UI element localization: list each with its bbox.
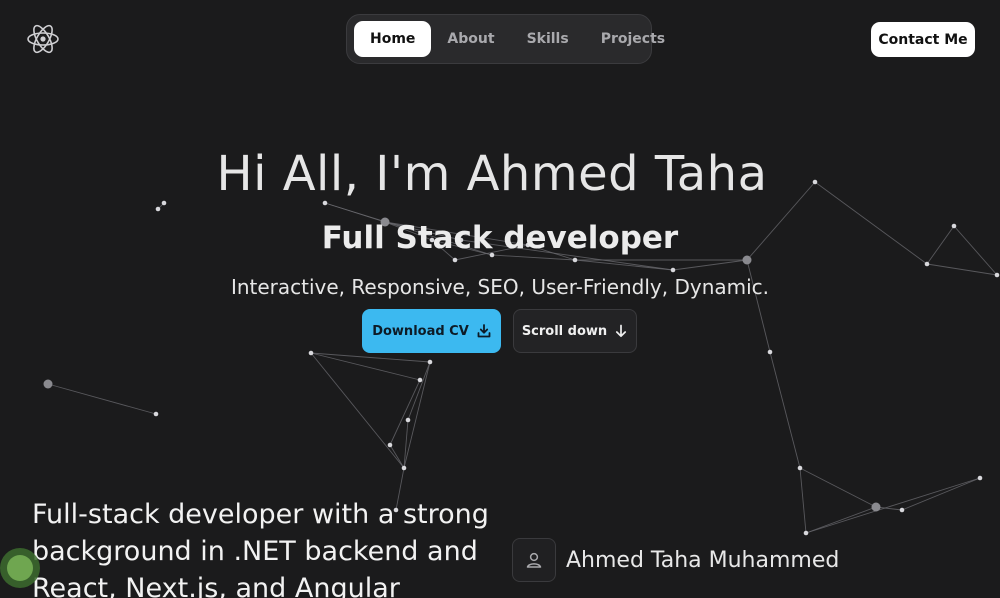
particle-link (805, 506, 877, 534)
particle-dot (401, 465, 407, 471)
particle-dot (670, 267, 676, 273)
user-icon (512, 538, 556, 582)
profile-card: Ahmed Taha Muhammed (512, 537, 839, 583)
main-nav: Home About Skills Projects (346, 14, 665, 64)
atom-icon[interactable] (26, 22, 60, 56)
particle-dot (767, 349, 773, 355)
particle-dot (977, 475, 983, 481)
particle-dot (924, 261, 930, 267)
particle-dot (797, 465, 803, 471)
particle-link (805, 477, 981, 534)
particle-link (403, 361, 431, 469)
download-cv-button[interactable]: Download CV (362, 309, 501, 353)
particle-dot (427, 359, 433, 365)
download-cv-label: Download CV (372, 323, 469, 339)
scroll-down-button[interactable]: Scroll down (513, 309, 637, 353)
particle-link (574, 259, 674, 271)
nav-home[interactable]: Home (354, 21, 432, 57)
hero-tagline: Interactive, Responsive, SEO, User-Frien… (230, 275, 770, 299)
particle-dot (387, 442, 393, 448)
particle-link (389, 444, 405, 469)
particle-link (407, 361, 431, 421)
particle-dot (742, 255, 752, 265)
particle-link (799, 467, 807, 534)
particle-link (926, 263, 998, 276)
hero-subtitle: Full Stack developer (321, 220, 679, 256)
scroll-down-label: Scroll down (521, 323, 608, 339)
nav-projects[interactable]: Projects (585, 21, 681, 57)
about-summary: Full-stack developer with a strong backg… (32, 499, 489, 598)
nav-skills[interactable]: Skills (511, 21, 585, 57)
hero-title: Hi All, I'm Ahmed Taha (216, 146, 768, 202)
particle-dot (572, 257, 578, 263)
particle-link (389, 379, 421, 446)
profile-name: Ahmed Taha Muhammed (566, 547, 840, 573)
particle-dot (43, 379, 53, 389)
particle-dot (871, 502, 881, 512)
particle-link (769, 351, 801, 469)
particle-dot (153, 411, 159, 417)
page: Home About Skills Projects Contact Me Hi… (0, 0, 1000, 598)
particle-dot (405, 417, 411, 423)
nav-about[interactable]: About (431, 21, 510, 57)
contact-me-button[interactable]: Contact Me (871, 22, 975, 57)
particle-dot (803, 530, 809, 536)
particle-link (901, 477, 981, 511)
particle-link (799, 467, 877, 508)
particle-dot (308, 350, 314, 356)
arrow-down-icon (614, 324, 628, 338)
particle-dot (417, 377, 423, 383)
green-badge-icon[interactable] (0, 530, 40, 598)
particle-link (746, 259, 771, 353)
particle-dot (155, 206, 161, 212)
particle-dot (899, 507, 905, 513)
particle-link (310, 352, 405, 469)
download-icon (477, 324, 491, 338)
particle-link (672, 259, 748, 271)
particle-link (47, 383, 157, 415)
particle-dot (452, 257, 458, 263)
